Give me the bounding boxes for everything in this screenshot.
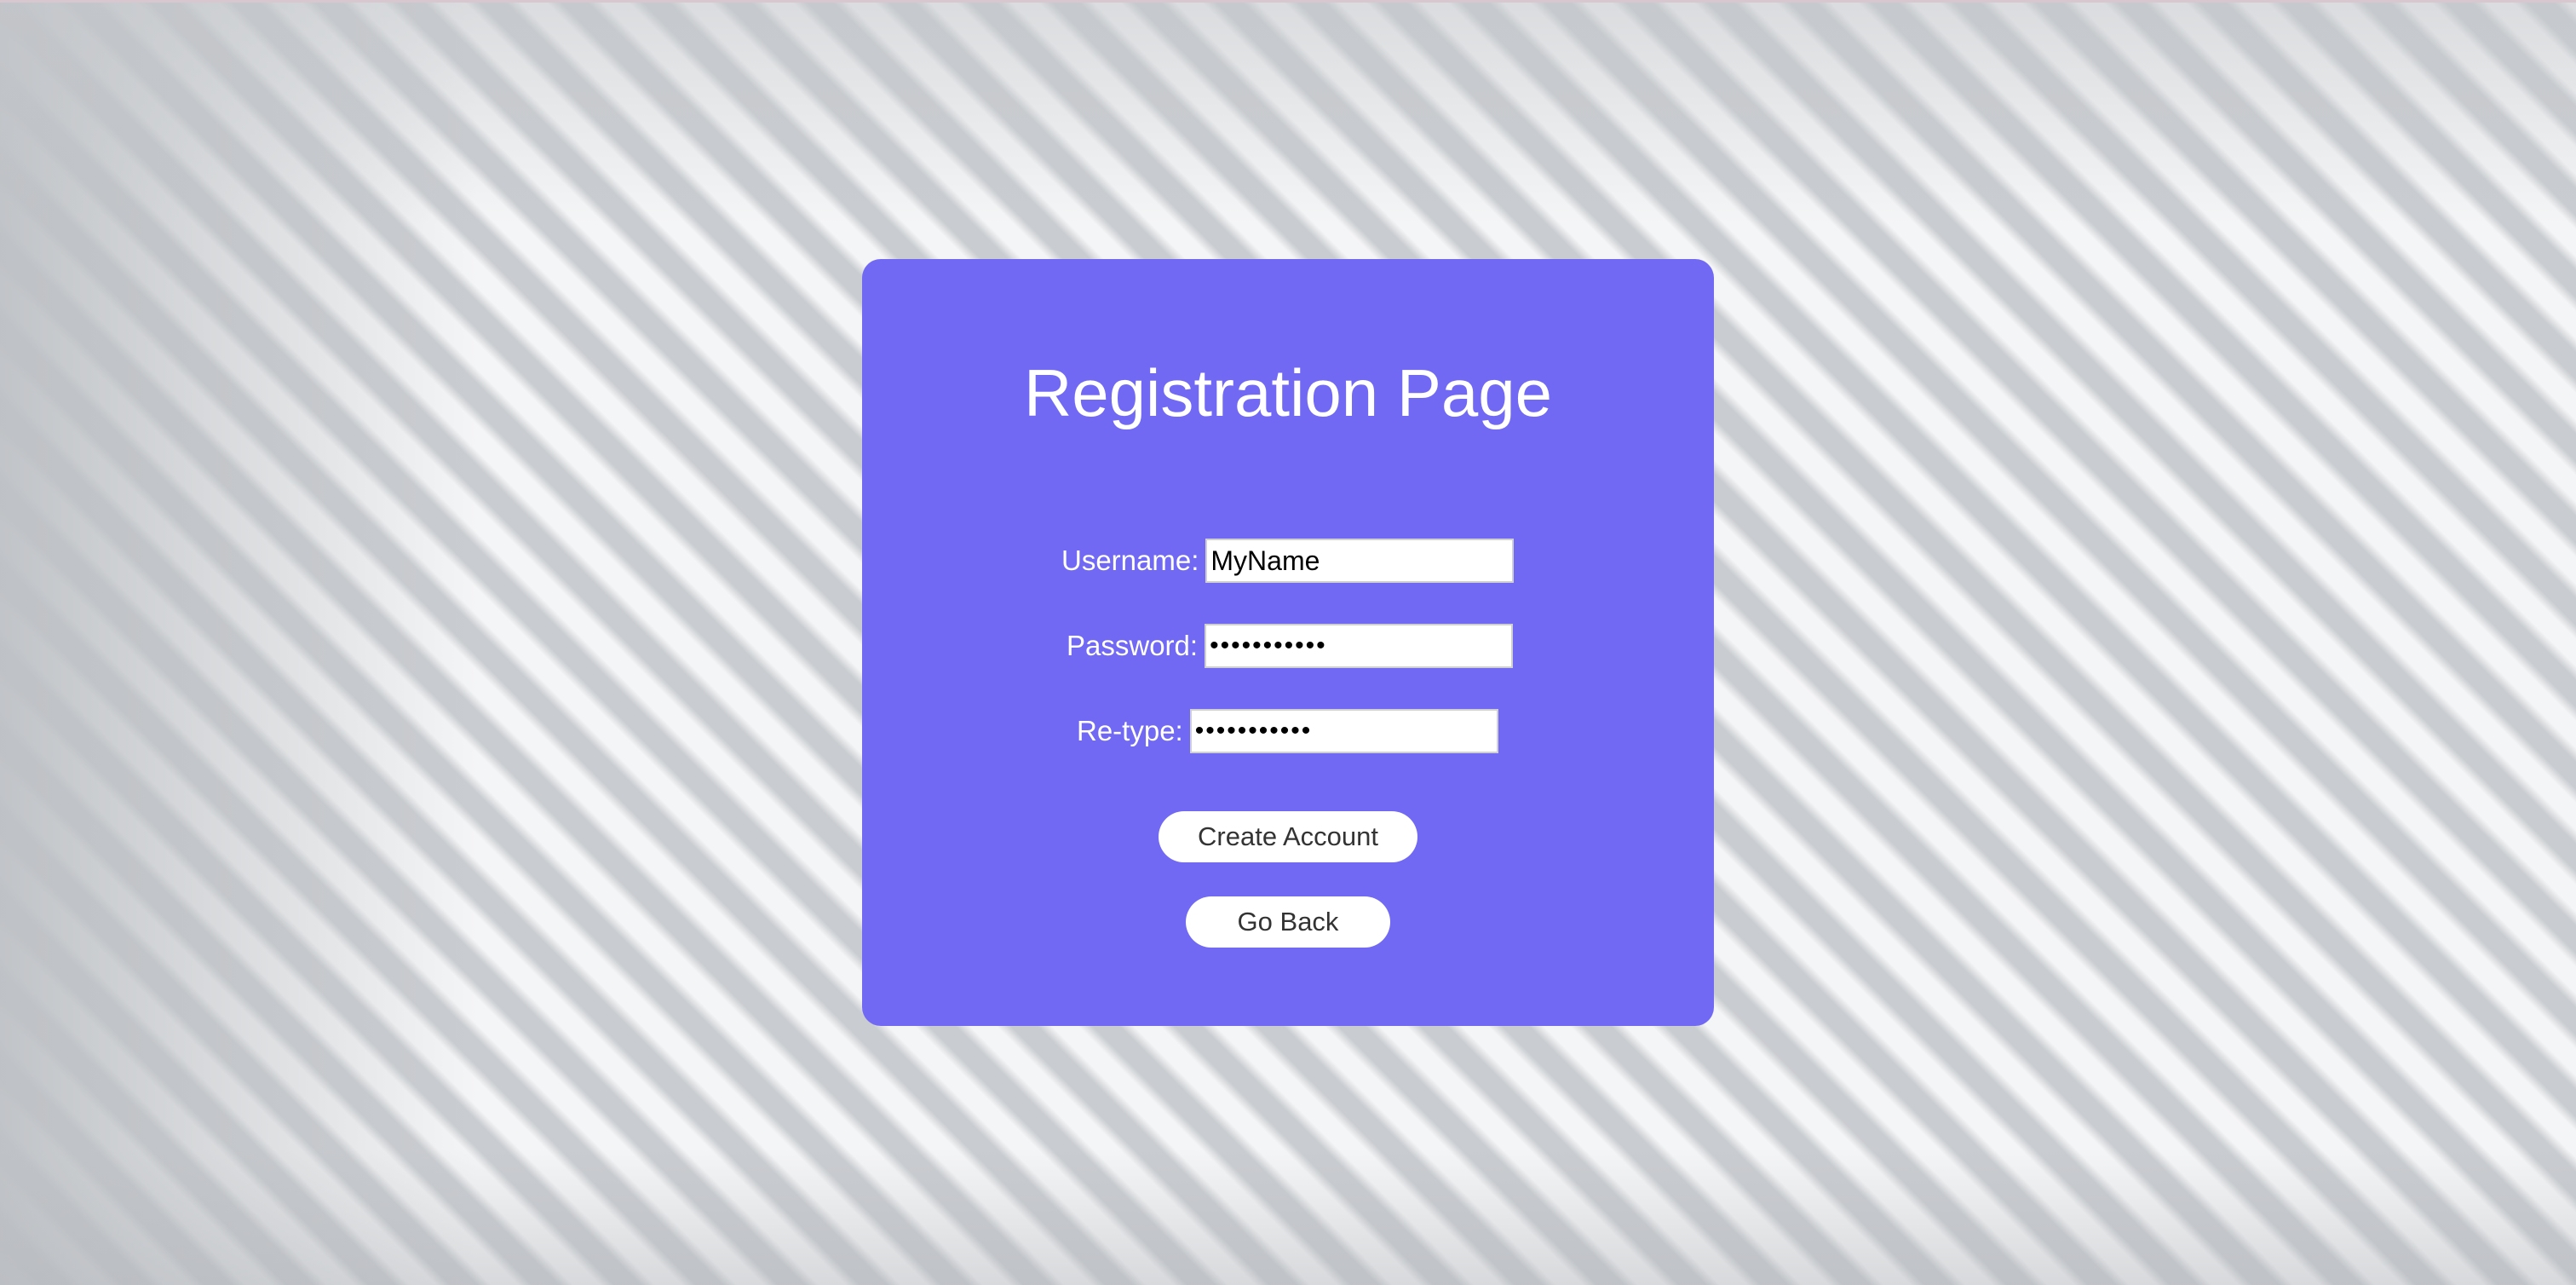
retype-row: Re-type: <box>1077 707 1498 755</box>
create-account-button[interactable]: Create Account <box>1159 811 1417 862</box>
registration-card: Registration Page Username: Password: Re… <box>862 259 1714 1026</box>
username-row: Username: <box>1061 537 1515 585</box>
password-row: Password: <box>1067 622 1514 670</box>
page-title: Registration Page <box>1023 355 1553 430</box>
go-back-button[interactable]: Go Back <box>1186 896 1390 948</box>
password-label: Password: <box>1067 630 1199 661</box>
retype-password-field[interactable] <box>1189 709 1498 753</box>
username-label: Username: <box>1061 545 1199 576</box>
password-field[interactable] <box>1205 624 1514 668</box>
username-field[interactable] <box>1205 539 1515 583</box>
retype-label: Re-type: <box>1077 715 1183 746</box>
